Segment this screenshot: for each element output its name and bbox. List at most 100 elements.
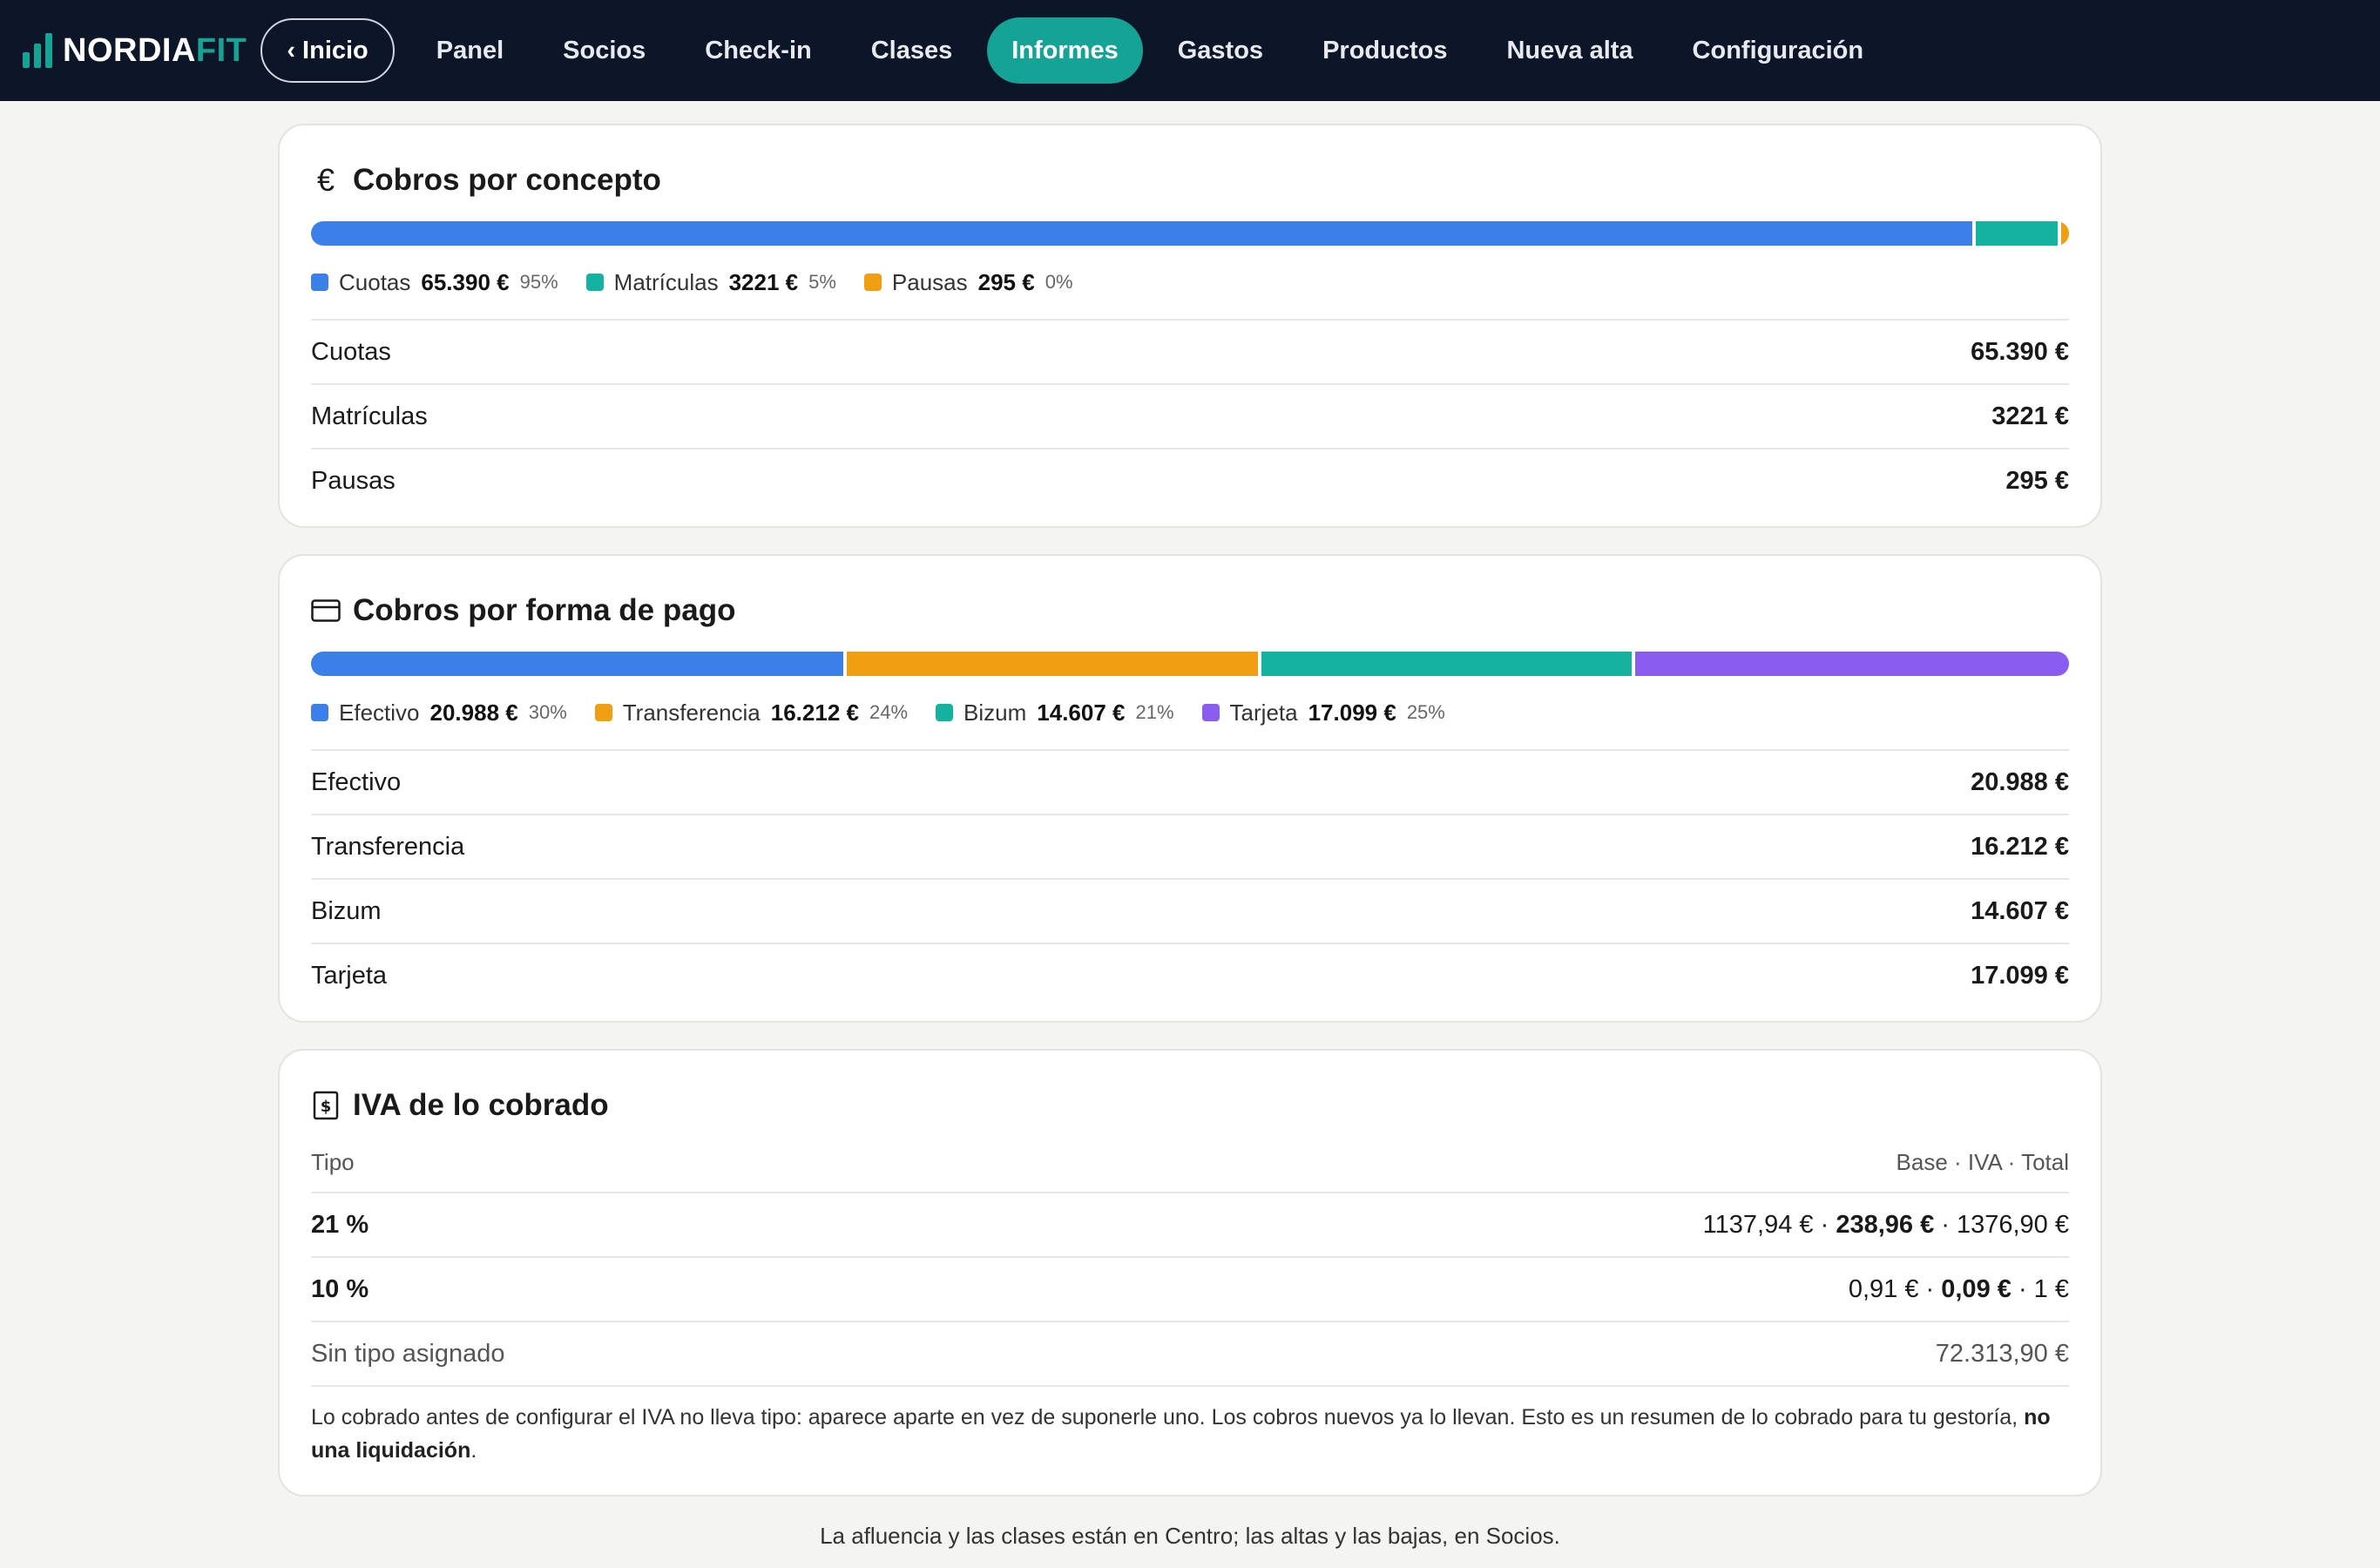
note-text: Lo cobrado antes de configurar el IVA no… xyxy=(311,1405,2025,1429)
legend-percent: 25% xyxy=(1406,701,1445,723)
table-row: Sin tipo asignado 72.313,90 € xyxy=(311,1321,2069,1385)
nav-item-nueva-alta[interactable]: Nueva alta xyxy=(1482,17,1657,84)
footer-note: La afluencia y las clases están en Centr… xyxy=(820,1523,1560,1549)
legend-label: Bizum xyxy=(963,699,1027,726)
nav-item-productos[interactable]: Productos xyxy=(1298,17,1471,84)
cobros-por-forma-de-pago-card: Cobros por forma de pago Efectivo 20.988 … xyxy=(278,554,2102,1023)
legend-percent: 30% xyxy=(528,701,567,723)
credit-card-icon xyxy=(311,596,341,625)
iva-disclaimer: Lo cobrado antes de configurar el IVA no… xyxy=(311,1385,2069,1467)
row-value: 3221 € xyxy=(1991,402,2069,430)
sin-tipo-label: Sin tipo asignado xyxy=(311,1339,505,1368)
table-row: Matrículas 3221 € xyxy=(311,383,2069,448)
concepto-bar-segment-cuotas xyxy=(311,221,1973,246)
row-label: Efectivo xyxy=(311,767,402,796)
card-title-text: Cobros por forma de pago xyxy=(353,593,736,627)
cobros-por-concepto-title: € Cobros por concepto xyxy=(311,159,2069,202)
row-label: Cuotas xyxy=(311,337,391,366)
nav-item-panel[interactable]: Panel xyxy=(412,17,528,84)
back-button-label: Inicio xyxy=(302,36,368,64)
legend-label: Efectivo xyxy=(339,699,420,726)
legend-item-matriculas: Matrículas 3221 € 5% xyxy=(585,268,836,296)
iva-base: 0,91 € xyxy=(1848,1274,1919,1303)
cobros-por-forma-de-pago-title: Cobros por forma de pago xyxy=(311,589,2069,632)
iva-row-tipo: 21 % xyxy=(311,1210,369,1239)
legend-swatch xyxy=(311,274,328,291)
forma-pago-legend: Efectivo 20.988 € 30% Transferencia 16.212 … xyxy=(311,693,2069,732)
row-value: 295 € xyxy=(2005,466,2069,495)
table-row: 21 % 1137,94 € · 238,96 € · 1376,90 € xyxy=(311,1192,2069,1256)
iva-total: 1376,90 € xyxy=(1956,1210,2069,1239)
legend-percent: 24% xyxy=(869,701,909,723)
legend-item-tarjeta: Tarjeta 17.099 € 25% xyxy=(1201,699,1445,727)
legend-percent: 95% xyxy=(519,271,558,293)
iva-row-values: 0,91 € · 0,09 € · 1 € xyxy=(1848,1274,2069,1303)
legend-label: Tarjeta xyxy=(1229,699,1298,726)
main-nav: Panel Socios Check-in Clases Informes Ga… xyxy=(412,17,1898,84)
iva-base: 1137,94 € xyxy=(1702,1210,1814,1239)
legend-swatch xyxy=(585,274,604,291)
iva-row-tipo: 10 % xyxy=(311,1274,369,1303)
table-row: Tarjeta 17.099 € xyxy=(311,943,2069,1007)
legend-label: Transferencia xyxy=(622,699,761,726)
nav-item-clases[interactable]: Clases xyxy=(847,17,977,84)
iva-row-values: 1137,94 € · 238,96 € · 1376,90 € xyxy=(1702,1210,2069,1239)
row-label: Tarjeta xyxy=(311,961,388,990)
row-value: 16.212 € xyxy=(1971,832,2069,861)
table-row: Cuotas 65.390 € xyxy=(311,319,2069,383)
concepto-stacked-bar xyxy=(311,221,2069,246)
legend-amount: 17.099 € xyxy=(1308,699,1396,726)
receipt-icon: $ xyxy=(311,1091,341,1120)
iva-header-base-iva-total: Base · IVA · Total xyxy=(1896,1148,2069,1175)
row-label: Pausas xyxy=(311,466,396,495)
card-title-text: Cobros por concepto xyxy=(353,163,661,197)
row-label: Transferencia xyxy=(311,832,465,861)
row-value: 20.988 € xyxy=(1971,767,2069,796)
row-value: 65.390 € xyxy=(1971,337,2069,366)
table-row: Transferencia 16.212 € xyxy=(311,814,2069,878)
concepto-legend: Cuotas 65.390 € 95% Matrículas 3221 € 5% Pau… xyxy=(311,263,2069,301)
sin-tipo-value: 72.313,90 € xyxy=(1935,1339,2069,1368)
pago-bar-segment-bizum xyxy=(1261,652,1633,676)
concepto-bar-segment-pausas xyxy=(2061,221,2069,246)
legend-amount: 14.607 € xyxy=(1037,699,1126,726)
nav-item-check-in[interactable]: Check-in xyxy=(680,17,835,84)
back-to-inicio-button[interactable]: ‹ Inicio xyxy=(260,18,395,83)
legend-item-pausas: Pausas 295 € 0% xyxy=(863,268,1073,296)
row-label: Matrículas xyxy=(311,402,428,430)
pago-bar-segment-tarjeta xyxy=(1635,652,2069,676)
legend-item-transferencia: Transferencia 16.212 € 24% xyxy=(594,699,909,727)
pago-bar-segment-efectivo xyxy=(311,652,843,676)
nav-item-socios[interactable]: Socios xyxy=(538,17,670,84)
pago-bar-segment-transferencia xyxy=(847,652,1258,676)
legend-amount: 295 € xyxy=(977,268,1035,295)
cobros-por-concepto-card: € Cobros por concepto Cuotas 65.390 € 95% … xyxy=(278,124,2102,528)
euro-icon: € xyxy=(316,162,335,198)
svg-text:$: $ xyxy=(321,1098,332,1116)
legend-percent: 0% xyxy=(1045,271,1073,293)
legend-swatch xyxy=(594,704,612,721)
iva-title: $ IVA de lo cobrado xyxy=(311,1084,2069,1127)
iva-header-tipo: Tipo xyxy=(311,1148,355,1175)
nav-item-configuracion[interactable]: Configuración xyxy=(1668,17,1889,84)
brand-logo[interactable]: NORDIAFIT xyxy=(23,32,247,70)
bar-chart-logo-icon xyxy=(23,33,52,68)
iva-amount: 238,96 € xyxy=(1836,1210,1935,1239)
concepto-bar-segment-matriculas xyxy=(1976,221,2059,246)
legend-item-bizum: Bizum 14.607 € 21% xyxy=(936,700,1174,727)
legend-label: Matrículas xyxy=(613,268,719,295)
nav-item-informes[interactable]: Informes xyxy=(987,17,1143,84)
table-row: 10 % 0,91 € · 0,09 € · 1 € xyxy=(311,1256,2069,1321)
table-row: Efectivo 20.988 € xyxy=(311,749,2069,814)
iva-card: $ IVA de lo cobrado Tipo Base · IVA · To… xyxy=(278,1049,2102,1497)
legend-item-cuotas: Cuotas 65.390 € 95% xyxy=(311,269,558,296)
legend-amount: 20.988 € xyxy=(429,699,518,726)
top-navigation-bar: NORDIAFIT ‹ Inicio Panel Socios Check-in… xyxy=(0,0,2380,101)
note-end: . xyxy=(470,1438,477,1463)
iva-total: 1 € xyxy=(2033,1274,2069,1303)
brand-name: NORDIAFIT xyxy=(63,31,247,69)
legend-label: Cuotas xyxy=(339,268,411,295)
chevron-left-icon: ‹ xyxy=(287,36,296,64)
nav-item-gastos[interactable]: Gastos xyxy=(1153,17,1288,84)
legend-amount: 16.212 € xyxy=(770,699,859,726)
